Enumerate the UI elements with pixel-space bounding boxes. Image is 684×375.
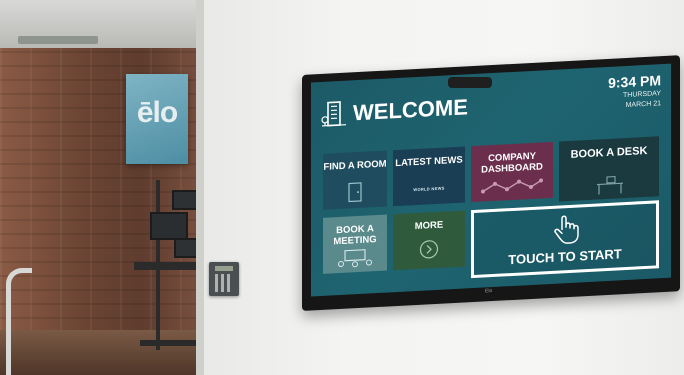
keypad-display — [215, 266, 233, 271]
elo-logo-sign: ēlo — [126, 74, 188, 164]
webcam — [448, 77, 492, 88]
kiosk-shelf — [134, 262, 200, 270]
tile-label: COMPANY DASHBOARD — [481, 150, 543, 176]
line-chart-icon — [481, 178, 543, 194]
tile-more[interactable]: MORE — [393, 210, 465, 271]
monitor-brand-mark: Elo — [485, 288, 493, 295]
tile-label: MORE — [414, 219, 444, 233]
clock-day: THURSDAY — [623, 90, 661, 100]
tile-company-dashboard[interactable]: COMPANY DASHBOARD — [471, 141, 553, 203]
tile-label: LATEST NEWS — [395, 154, 463, 170]
wall-monitor: WELCOME 9:34 PM THURSDAY MARCH 21 FIND A… — [302, 55, 680, 311]
kiosk-screen — [150, 212, 188, 240]
kiosk-base — [140, 340, 200, 346]
building-icon — [321, 101, 346, 127]
tile-label: BOOK A MEETING — [333, 223, 377, 248]
keypad-keys — [215, 274, 233, 292]
chevron-right-icon — [419, 240, 439, 259]
tile-label: FIND A ROOM — [323, 158, 387, 173]
access-keypad — [209, 262, 239, 296]
tile-find-a-room[interactable]: FIND A ROOM — [323, 150, 387, 210]
kiosk-small-screen-top — [172, 190, 198, 210]
glass-door-frame — [196, 0, 204, 375]
kiosk-small-screen-bottom — [174, 238, 198, 258]
welcome-title: WELCOME — [353, 94, 468, 126]
tile-book-a-desk[interactable]: BOOK A DESK — [559, 136, 659, 202]
desk-icon — [597, 176, 623, 195]
tile-label: BOOK A DESK — [570, 144, 648, 161]
hand-pointer-icon — [554, 215, 579, 244]
touch-to-start-label: TOUCH TO START — [508, 246, 622, 268]
tile-book-a-meeting[interactable]: BOOK A MEETING — [323, 214, 387, 274]
brick-room: ēlo — [0, 0, 203, 375]
meeting-icon — [338, 249, 372, 268]
photo-scene: ēlo WELCOME 9:34 PM THURSDAY MARCH 21 FI… — [0, 0, 684, 375]
logo-text: ēlo — [136, 96, 178, 129]
ceiling-light — [18, 36, 98, 44]
touch-to-start-button[interactable]: TOUCH TO START — [471, 200, 659, 279]
kiosk-screen-display: WELCOME 9:34 PM THURSDAY MARCH 21 FIND A… — [311, 63, 671, 297]
clock-date: MARCH 21 — [625, 100, 661, 110]
door-icon — [348, 182, 362, 203]
news-subtitle: WORLD NEWS — [413, 185, 445, 193]
clock-time: 9:34 PM — [608, 72, 661, 91]
door-handle — [6, 268, 32, 375]
tile-latest-news[interactable]: LATEST NEWS WORLD NEWS — [393, 146, 465, 207]
